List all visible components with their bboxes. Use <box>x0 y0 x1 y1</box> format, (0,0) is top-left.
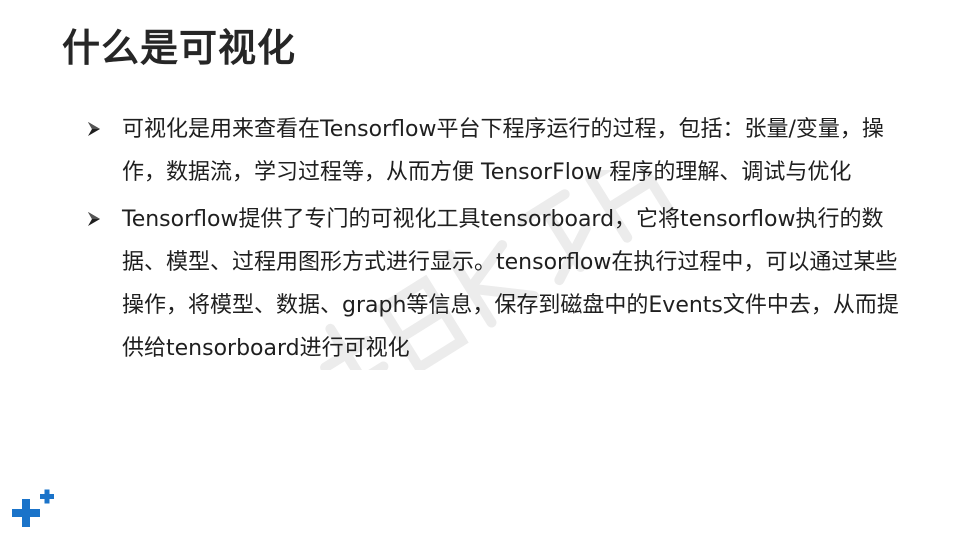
slide-title: 什么是可视化 <box>62 26 297 70</box>
bullet-list: 可视化是用来查看在Tensorflow平台下程序运行的过程，包括：张量/变量，操… <box>84 108 904 374</box>
arrow-bullet-icon <box>84 108 106 151</box>
bullet-item: 可视化是用来查看在Tensorflow平台下程序运行的过程，包括：张量/变量，操… <box>84 108 904 194</box>
bullet-item: Tensorflow提供了专门的可视化工具tensorboard，它将tenso… <box>84 198 904 370</box>
arrow-bullet-icon <box>84 198 106 241</box>
plus-logo-icon <box>10 488 56 532</box>
bullet-text: 可视化是用来查看在Tensorflow平台下程序运行的过程，包括：张量/变量，操… <box>122 117 884 185</box>
bullet-text: Tensorflow提供了专门的可视化工具tensorboard，它将tenso… <box>122 207 899 361</box>
